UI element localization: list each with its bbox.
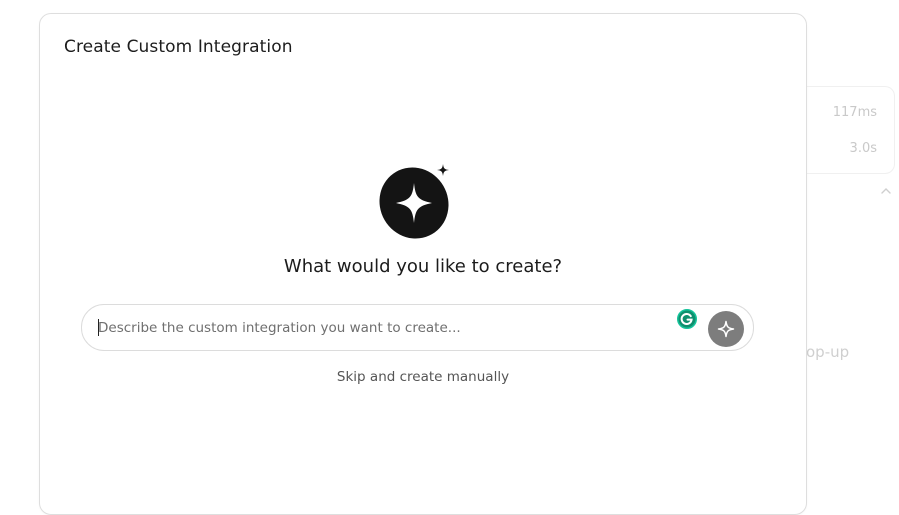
prompt-heading: What would you like to create?: [283, 256, 563, 277]
modal-title: Create Custom Integration: [64, 37, 293, 57]
text-caret: [98, 319, 99, 336]
skip-create-manually-link[interactable]: Skip and create manually: [40, 369, 806, 385]
sparkle-icon: [717, 320, 735, 338]
grammarly-icon[interactable]: [676, 308, 698, 330]
metric-duration: 3.0s: [849, 141, 877, 156]
integration-description-input[interactable]: [98, 305, 658, 350]
generate-button[interactable]: [708, 311, 744, 347]
metric-latency: 117ms: [832, 105, 877, 120]
create-integration-modal: Create Custom Integration What would you…: [39, 13, 807, 515]
sparkle-badge-icon: [379, 164, 449, 239]
prompt-box: [81, 304, 754, 351]
chevron-up-icon[interactable]: [880, 186, 892, 196]
background-popup-label: op-up: [806, 343, 850, 361]
